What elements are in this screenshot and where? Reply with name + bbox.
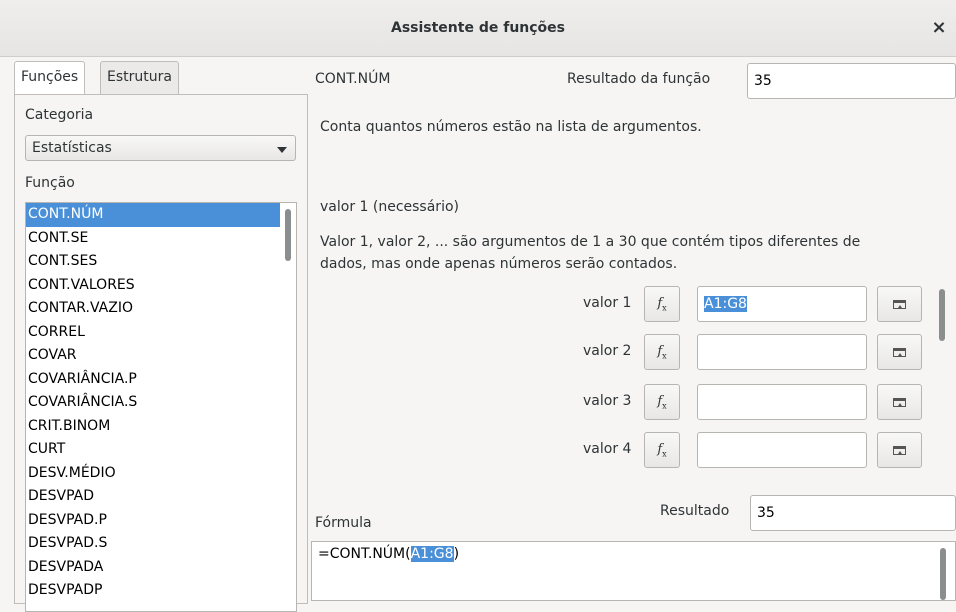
function-wizard-icon[interactable]: fx bbox=[644, 286, 680, 322]
dialog-title: Assistente de funções bbox=[390, 20, 565, 36]
function-list-item[interactable]: CURT bbox=[26, 438, 296, 462]
shrink-dialog-icon bbox=[893, 348, 906, 357]
function-list-item[interactable]: COVAR bbox=[26, 344, 296, 368]
result-field-2[interactable]: 35 bbox=[750, 495, 956, 531]
fx-sub: x bbox=[662, 303, 667, 313]
function-label: Função bbox=[25, 175, 75, 191]
shrink-dialog-button-3[interactable] bbox=[877, 384, 922, 420]
function-list-item[interactable]: COVARIÂNCIA.S bbox=[26, 391, 296, 415]
shrink-dialog-button-4[interactable] bbox=[877, 432, 922, 468]
arg-label-1: valor 1 bbox=[583, 295, 632, 311]
arg-field-3[interactable] bbox=[697, 384, 867, 420]
arg-field-1[interactable]: A1:G8 bbox=[697, 286, 867, 322]
function-list-item[interactable]: CONT.SES bbox=[26, 250, 296, 274]
function-wizard-icon[interactable]: fx bbox=[644, 432, 680, 468]
function-list-items: CONT.NÚM CONT.SE CONT.SES CONT.VALORES CONTA… bbox=[26, 203, 296, 603]
function-name: CONT.NÚM bbox=[315, 71, 391, 87]
formula-selected: A1:G8 bbox=[410, 546, 454, 562]
function-list-item[interactable]: DESVPAD.S bbox=[26, 532, 296, 556]
arg-field-4[interactable] bbox=[697, 432, 867, 468]
category-label: Categoria bbox=[25, 107, 94, 123]
arg-field-2[interactable] bbox=[697, 334, 867, 370]
arg-label-2: valor 2 bbox=[583, 343, 632, 359]
arguments-scrollbar[interactable] bbox=[934, 283, 950, 468]
argument-description-line-1: Valor 1, valor 2, ... são argumentos de … bbox=[320, 234, 861, 250]
fx-sub: x bbox=[662, 401, 667, 411]
formula-suffix: ) bbox=[453, 546, 460, 562]
function-wizard-icon[interactable]: fx bbox=[644, 334, 680, 370]
arg-label-3: valor 3 bbox=[583, 393, 632, 409]
fx-sub: x bbox=[662, 449, 667, 459]
function-list-item[interactable]: DESVPAD bbox=[26, 485, 296, 509]
function-list[interactable]: CONT.NÚM CONT.SE CONT.SES CONT.VALORES CONTA… bbox=[25, 202, 297, 612]
shrink-dialog-button-1[interactable] bbox=[877, 286, 922, 322]
category-value: Estatísticas bbox=[32, 140, 112, 156]
arg-field-1-value: A1:G8 bbox=[704, 296, 747, 312]
fx-sub: x bbox=[662, 351, 667, 361]
chevron-down-icon bbox=[277, 147, 287, 153]
function-list-item[interactable]: CONT.VALORES bbox=[26, 274, 296, 298]
function-list-item[interactable]: DESV.MÉDIO bbox=[26, 462, 296, 486]
function-list-item[interactable]: DESVPAD.P bbox=[26, 509, 296, 533]
shrink-dialog-icon bbox=[893, 398, 906, 407]
function-list-item[interactable]: COVARIÂNCIA.P bbox=[26, 368, 296, 392]
result-label: Resultado da função bbox=[567, 71, 711, 87]
shrink-dialog-icon bbox=[893, 446, 906, 455]
scrollbar-thumb[interactable] bbox=[285, 209, 291, 261]
result-field[interactable]: 35 bbox=[747, 63, 956, 99]
scrollbar-thumb[interactable] bbox=[939, 289, 945, 341]
function-list-item[interactable]: CONTAR.VAZIO bbox=[26, 297, 296, 321]
argument-title: valor 1 (necessário) bbox=[320, 199, 459, 215]
category-dropdown[interactable]: Estatísticas bbox=[25, 135, 296, 161]
function-list-item[interactable]: CORREL bbox=[26, 321, 296, 345]
tab-structure[interactable]: Estrutura bbox=[100, 61, 179, 94]
tab-functions[interactable]: Funções bbox=[14, 61, 86, 95]
formula-scrollbar[interactable] bbox=[935, 542, 951, 602]
result-label-2: Resultado bbox=[660, 503, 730, 519]
arg-label-4: valor 4 bbox=[583, 441, 632, 457]
formula-prefix: =CONT.NÚM( bbox=[318, 546, 411, 562]
function-list-item[interactable]: CONT.NÚM bbox=[26, 203, 296, 227]
close-icon[interactable]: × bbox=[928, 17, 950, 39]
formula-editor[interactable]: =CONT.NÚM(A1:G8) bbox=[311, 541, 956, 601]
formula-label: Fórmula bbox=[315, 515, 372, 531]
shrink-dialog-icon bbox=[893, 300, 906, 309]
function-list-scrollbar[interactable] bbox=[280, 203, 296, 611]
function-list-item[interactable]: CRIT.BINOM bbox=[26, 415, 296, 439]
title-bar: Assistente de funções × bbox=[0, 0, 956, 57]
function-list-item[interactable]: CONT.SE bbox=[26, 227, 296, 251]
function-wizard-icon[interactable]: fx bbox=[644, 384, 680, 420]
formula-text: =CONT.NÚM(A1:G8) bbox=[318, 546, 459, 562]
shrink-dialog-button-2[interactable] bbox=[877, 334, 922, 370]
argument-description-line-2: dados, mas onde apenas números serão con… bbox=[320, 256, 678, 272]
scrollbar-thumb[interactable] bbox=[940, 548, 946, 600]
function-list-item[interactable]: DESVPADA bbox=[26, 556, 296, 580]
function-list-item[interactable]: DESVPADP bbox=[26, 579, 296, 603]
functions-panel: Categoria Estatísticas Função CONT.NÚM CO… bbox=[14, 94, 308, 612]
function-description: Conta quantos números estão na lista de … bbox=[320, 119, 702, 135]
